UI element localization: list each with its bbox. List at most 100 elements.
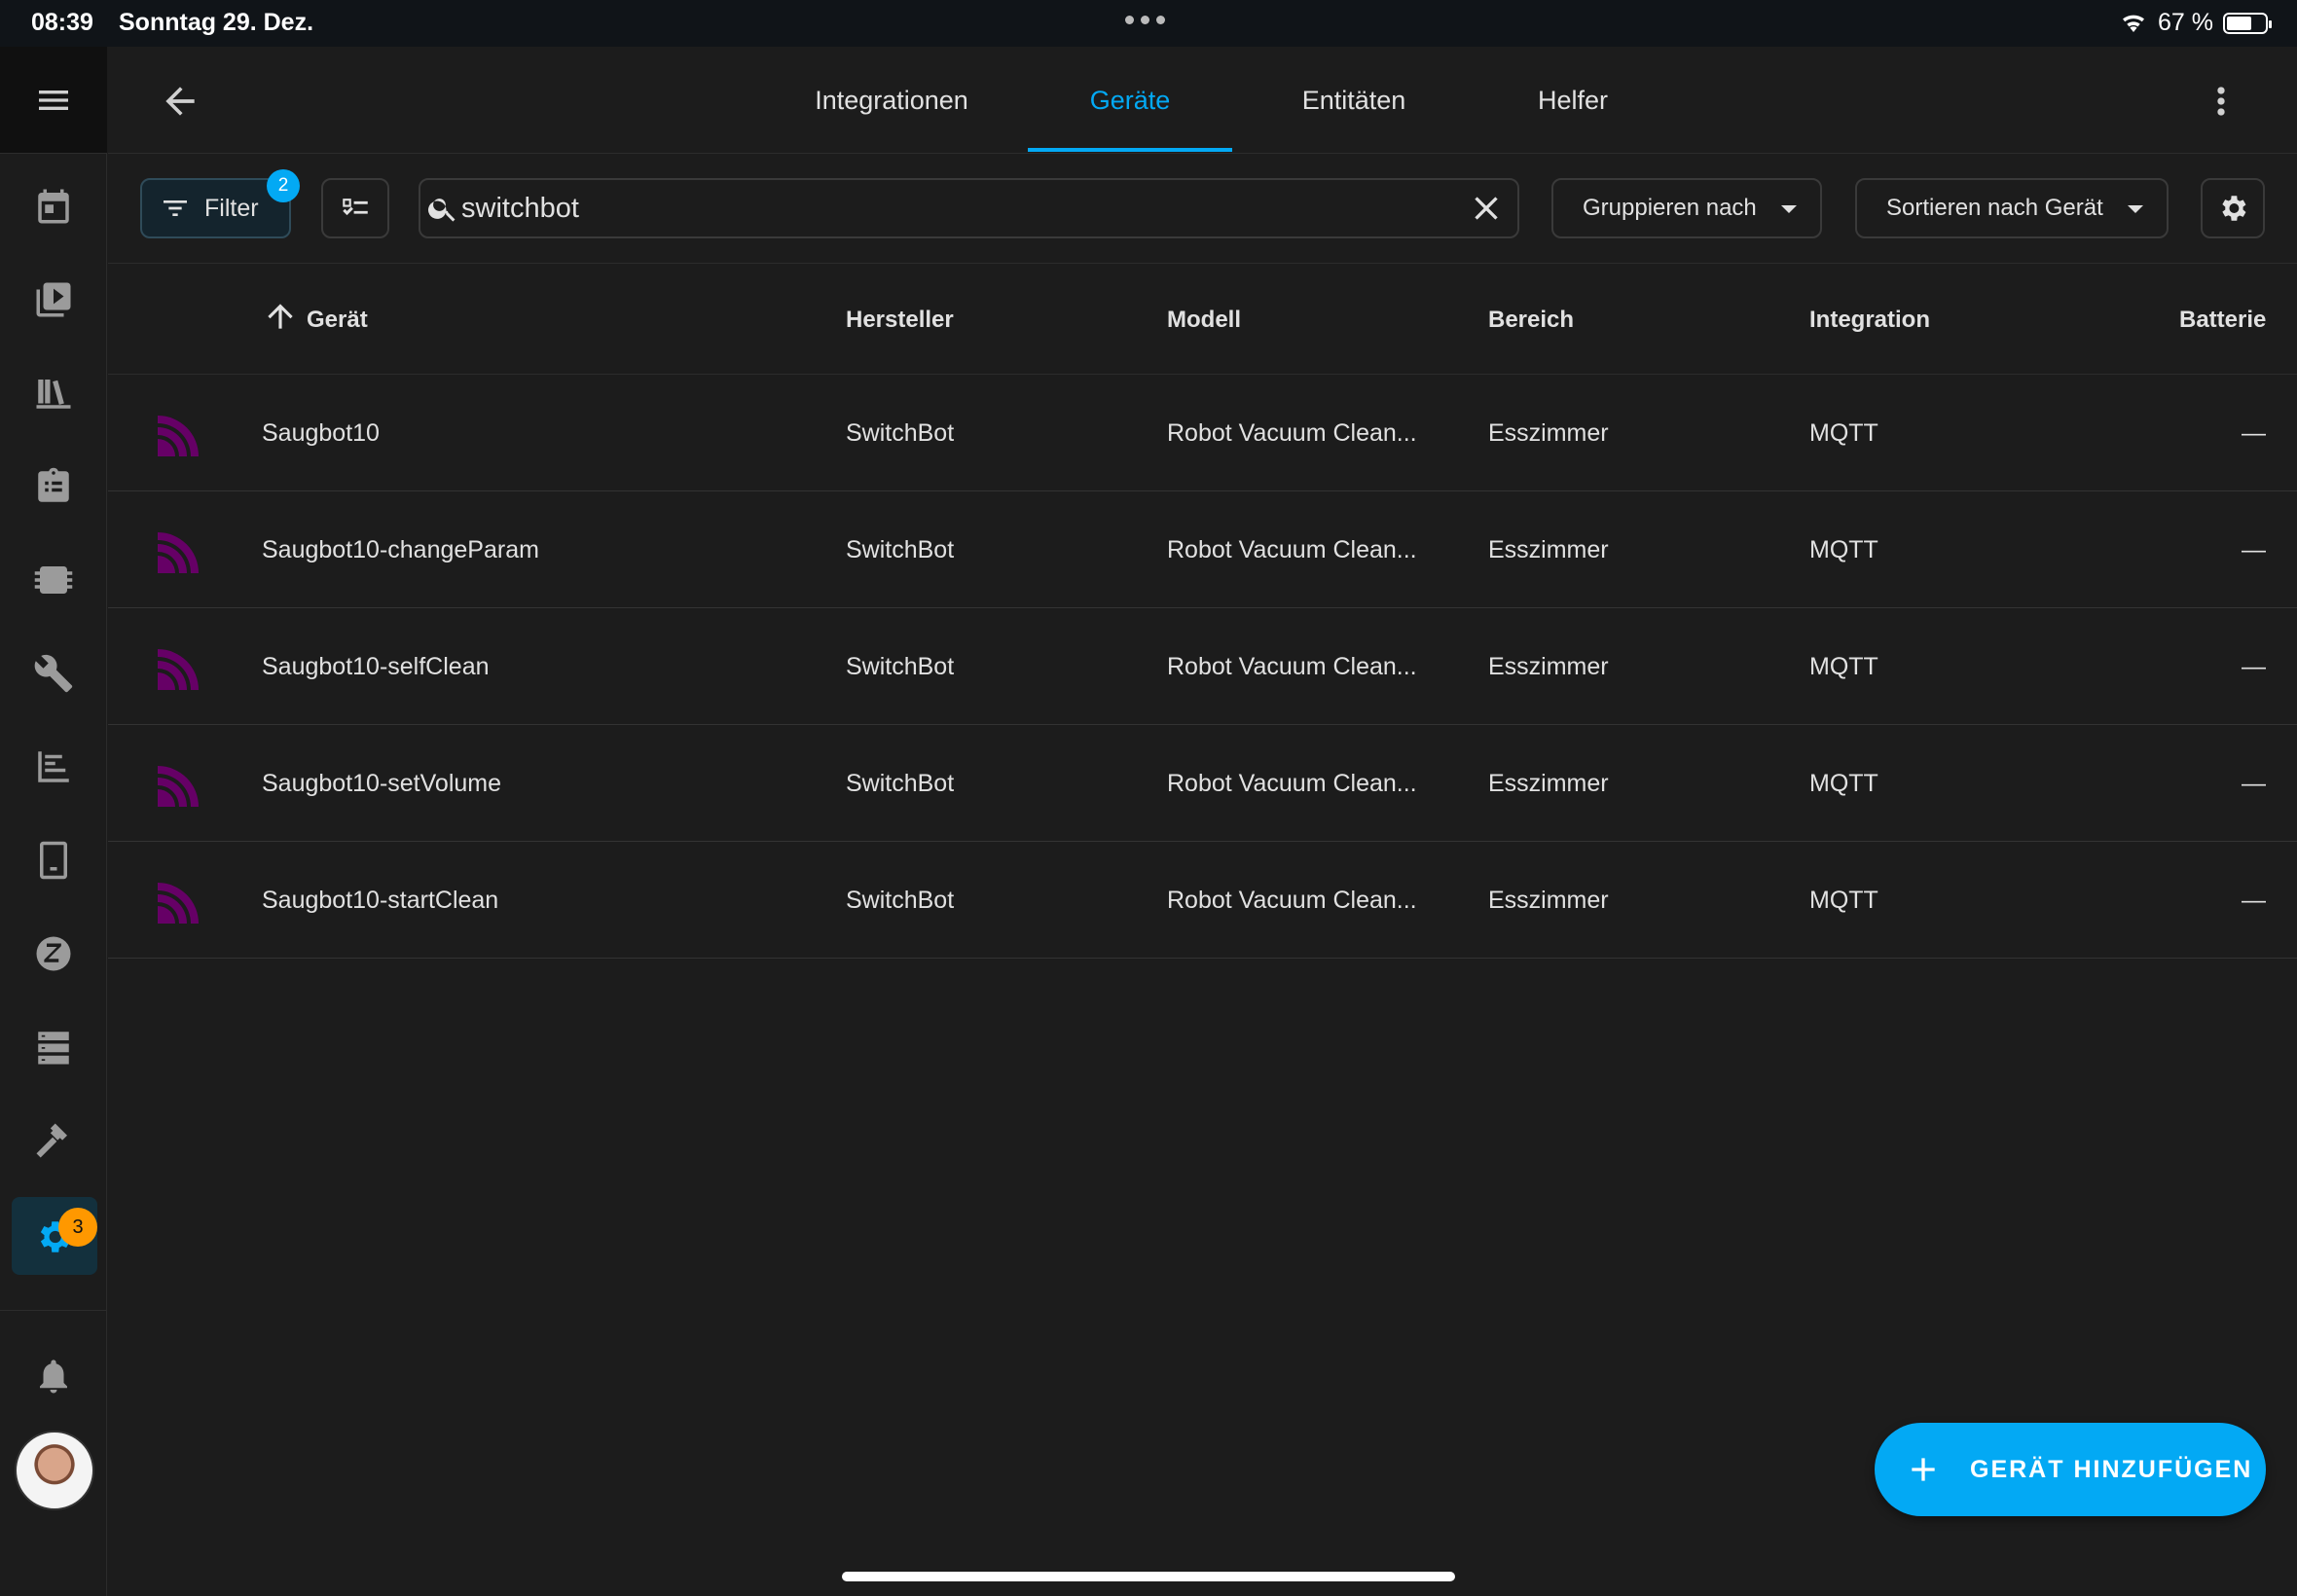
table-row[interactable]: Saugbot10 SwitchBot Robot Vacuum Clean... E… [108,375,2297,491]
dots-vertical-icon [2217,87,2225,116]
device-model: Robot Vacuum Clean... [1167,418,1417,447]
device-name: Saugbot10 [262,418,380,447]
wifi-icon [2123,15,2145,32]
chevron-down-icon [1781,205,1797,213]
home-indicator[interactable] [842,1572,1455,1581]
table-row[interactable]: Saugbot10-setVolume SwitchBot Robot Vacuum… [108,725,2297,842]
back-button[interactable] [159,80,201,123]
wrench-icon[interactable] [26,646,81,701]
sort-by-label: Sortieren nach Gerät [1886,195,2103,221]
column-header-bereich[interactable]: Bereich [1488,265,1574,375]
overflow-menu-button[interactable] [2200,80,2242,123]
server-icon[interactable] [26,1020,81,1074]
device-name: Saugbot10-selfClean [262,652,490,680]
device-area: Esszimmer [1488,886,1609,914]
device-manufacturer: SwitchBot [846,418,955,447]
mqtt-icon [154,645,202,690]
tablet-icon[interactable] [26,833,81,888]
search-input[interactable] [459,191,1467,226]
device-model: Robot Vacuum Clean... [1167,769,1417,797]
table-settings-button[interactable] [2201,178,2265,238]
device-model: Robot Vacuum Clean... [1167,886,1417,914]
sidebar: 3 [0,47,107,1596]
add-device-button[interactable]: GERÄT HINZUFÜGEN [1875,1423,2266,1516]
device-integration: MQTT [1809,652,1878,680]
table-row[interactable]: Saugbot10-selfClean SwitchBot Robot Vacuum… [108,608,2297,725]
device-manufacturer: SwitchBot [846,535,955,563]
logbook-icon[interactable] [26,740,81,794]
column-header-batterie[interactable]: Batterie [2179,265,2266,375]
zwave-icon[interactable] [26,926,81,981]
avatar[interactable] [15,1431,94,1510]
battery-percent: 67 % [2158,9,2213,36]
active-tab-indicator [1028,148,1232,152]
device-model: Robot Vacuum Clean... [1167,652,1417,680]
multitasking-dots[interactable] [1125,16,1165,24]
filter-icon [164,200,187,216]
device-integration: MQTT [1809,535,1878,563]
mqtt-icon [154,762,202,807]
device-name: Saugbot10-changeParam [262,535,539,563]
library-icon[interactable] [26,366,81,420]
device-manufacturer: SwitchBot [846,652,955,680]
search-icon [426,192,459,225]
column-header-modell[interactable]: Modell [1167,265,1241,375]
device-battery: — [2242,769,2266,797]
add-device-label: GERÄT HINZUFÜGEN [1970,1455,2253,1483]
mqtt-icon [154,879,202,924]
mqtt-icon [154,528,202,573]
battery-icon [2223,12,2272,34]
chip-icon[interactable] [26,553,81,607]
column-header-integration[interactable]: Integration [1809,265,1930,375]
calendar-icon[interactable] [26,179,81,234]
battery-level-fill [2227,16,2252,30]
arrow-left-icon [165,87,195,116]
column-header-hersteller[interactable]: Hersteller [846,265,954,375]
chevron-down-icon [2128,205,2143,213]
tab-helfer[interactable]: Helfer [1471,47,1675,154]
device-battery: — [2242,886,2266,914]
hammer-icon[interactable] [26,1113,81,1168]
device-area: Esszimmer [1488,418,1609,447]
table-row[interactable]: Saugbot10-changeParam SwitchBot Robot Vacu… [108,491,2297,608]
mqtt-icon [154,412,202,456]
device-battery: — [2242,418,2266,447]
device-integration: MQTT [1809,418,1878,447]
device-name: Saugbot10-startClean [262,886,499,914]
table-header: Gerät Hersteller Modell Bereich Integrat… [108,265,2297,375]
bell-icon[interactable] [26,1349,81,1403]
group-by-dropdown[interactable]: Gruppieren nach [1551,178,1822,238]
arrow-up-icon [262,298,307,342]
plus-icon [1912,1458,1935,1481]
column-header-geraet[interactable]: Gerät [262,265,368,375]
device-integration: MQTT [1809,769,1878,797]
device-battery: — [2242,652,2266,680]
device-battery: — [2242,535,2266,563]
device-manufacturer: SwitchBot [846,769,955,797]
gear-icon [2222,196,2246,221]
device-integration: MQTT [1809,886,1878,914]
tab-geraete[interactable]: Geräte [1028,47,1232,154]
search-field[interactable] [419,178,1519,238]
group-by-label: Gruppieren nach [1583,195,1757,221]
sort-by-dropdown[interactable]: Sortieren nach Gerät [1855,178,2169,238]
filter-count-badge: 2 [267,169,300,202]
device-area: Esszimmer [1488,535,1609,563]
tab-integrationen[interactable]: Integrationen [789,47,994,154]
settings-badge: 3 [58,1208,97,1247]
sidebar-divider [0,1310,107,1311]
devices-table: Gerät Hersteller Modell Bereich Integrat… [108,265,2297,959]
close-icon[interactable] [1467,189,1506,228]
checklist-icon [343,199,368,216]
device-model: Robot Vacuum Clean... [1167,535,1417,563]
table-row[interactable]: Saugbot10-startClean SwitchBot Robot Vacuu… [108,842,2297,959]
toolbar: Filter 2 Gruppieren nach Sortieren nach … [108,155,2297,264]
media-icon[interactable] [26,272,81,327]
status-bar: 08:39 Sonntag 29. Dez. 67 % [0,0,2297,47]
clipboard-list-icon[interactable] [26,459,81,514]
selection-mode-button[interactable] [321,178,389,238]
status-time: 08:39 [31,9,93,36]
menu-button[interactable] [0,47,107,154]
tab-entitaeten[interactable]: Entitäten [1252,47,1456,154]
device-area: Esszimmer [1488,652,1609,680]
